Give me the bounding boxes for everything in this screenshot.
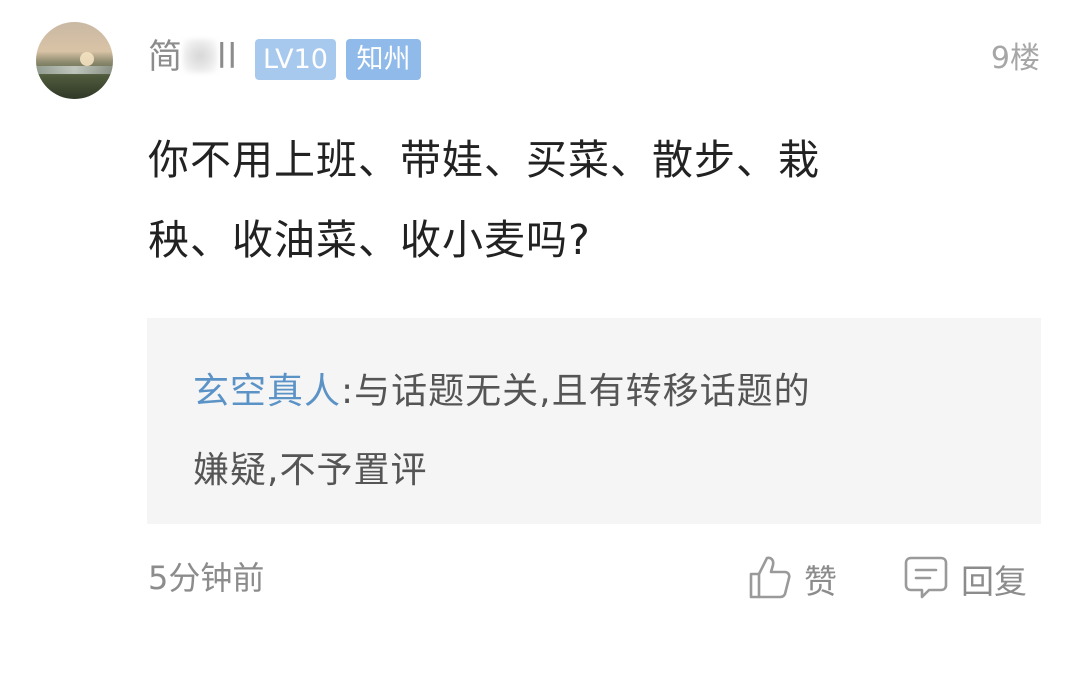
timestamp: 5分钟前 — [148, 559, 265, 597]
username[interactable]: 简 ll — [148, 34, 238, 80]
avatar-sun — [80, 52, 94, 66]
moderator-note-line: 玄空真人:与话题无关,且有转移话题的 — [193, 352, 993, 431]
region-badge: 知州 — [346, 39, 421, 80]
avatar[interactable] — [36, 22, 113, 99]
comment-icon — [903, 554, 949, 604]
comment-text-line: 秧、收油菜、收小麦吗? — [148, 216, 591, 264]
like-label: 赞 — [804, 562, 837, 601]
comment-text-line: 你不用上班、带娃、买菜、散步、栽 — [148, 136, 820, 184]
moderator-note-text: 玄空真人:与话题无关,且有转移话题的 嫌疑,不予置评 — [193, 352, 993, 510]
moderator-name[interactable]: 玄空真人 — [193, 371, 341, 412]
reply-label: 回复 — [961, 562, 1027, 601]
avatar-water — [36, 66, 113, 74]
comment-text: 你不用上班、带娃、买菜、散步、栽 秧、收油菜、收小麦吗? — [148, 120, 968, 280]
moderator-note-line1: 与话题无关,且有转移话题的 — [354, 371, 811, 412]
thumbs-up-icon — [748, 554, 792, 604]
username-prefix: 简 — [148, 37, 183, 77]
floor-number: 9楼 — [990, 41, 1040, 76]
moderator-note: 玄空真人:与话题无关,且有转移话题的 嫌疑,不予置评 — [147, 318, 1041, 524]
comment-card: 简 ll LV10 知州 9楼 你不用上班、带娃、买菜、散步、栽 秧、收油菜、收小… — [0, 0, 1080, 675]
level-badge: LV10 — [255, 39, 336, 80]
reply-button[interactable]: 回复 — [903, 553, 1027, 605]
username-blurred-part — [183, 39, 217, 73]
like-button[interactable]: 赞 — [748, 553, 837, 605]
moderator-separator: : — [341, 371, 355, 412]
username-suffix: ll — [217, 37, 238, 77]
moderator-note-line2: 嫌疑,不予置评 — [193, 450, 428, 491]
